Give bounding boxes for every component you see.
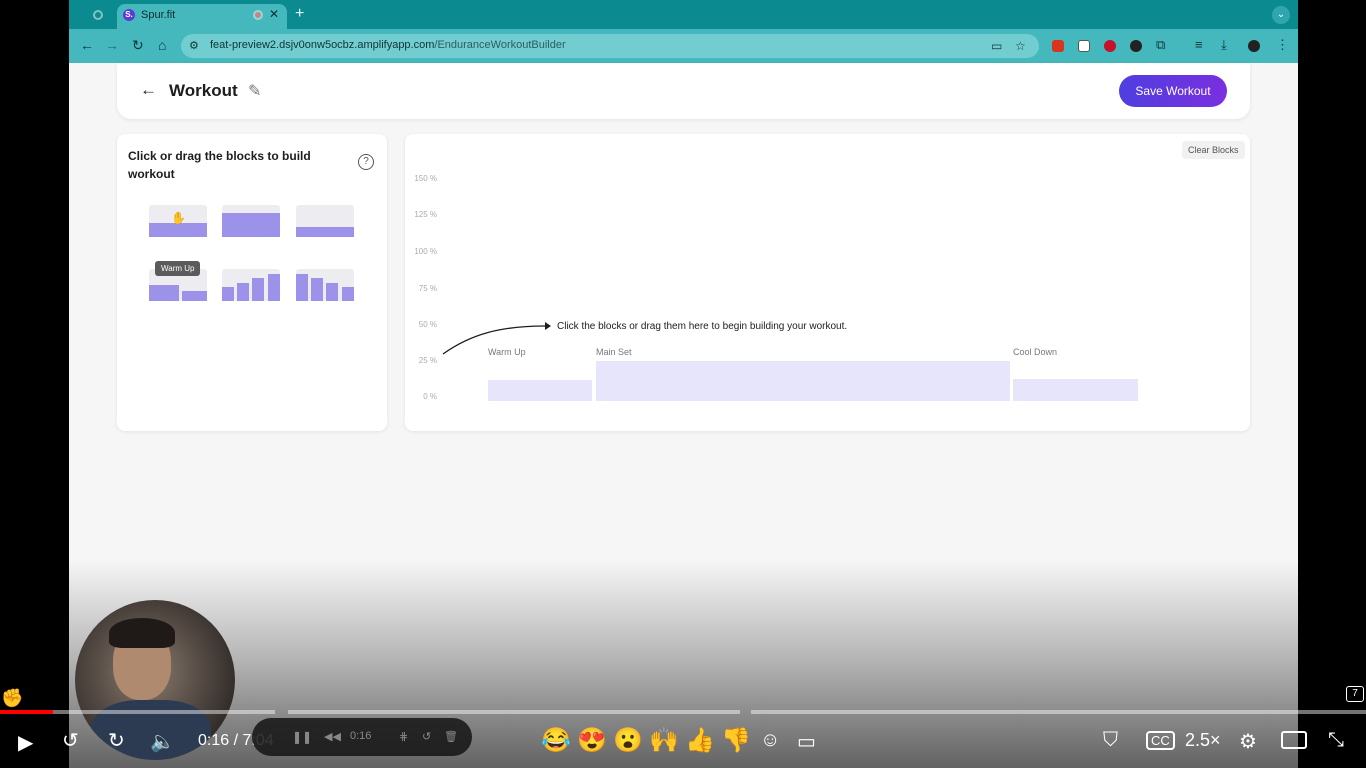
- tab-favicon: S.: [123, 9, 135, 21]
- comment-icon[interactable]: ▭: [797, 729, 816, 754]
- page-title: Workout: [169, 81, 238, 100]
- segment-label-cool-down: Cool Down: [1013, 347, 1058, 357]
- recording-dot-icon: [93, 10, 103, 20]
- surprised-emoji-icon[interactable]: 😮: [613, 726, 643, 755]
- pause-icon[interactable]: ❚❚: [292, 730, 312, 744]
- tab-title: Spur.fit: [141, 9, 176, 21]
- url-text[interactable]: feat-preview2.dsjv0onw5ocbz.amplifyapp.c…: [210, 39, 566, 51]
- restart-icon[interactable]: ↺: [422, 730, 431, 743]
- site-info-icon[interactable]: ⚙: [189, 39, 203, 53]
- help-icon[interactable]: ?: [358, 154, 374, 170]
- segment-warm-up[interactable]: [488, 380, 592, 401]
- block-ramp-down[interactable]: [296, 269, 354, 301]
- page-header: ← Workout ✎ Save Workout: [117, 63, 1250, 119]
- block-ramp-up[interactable]: [222, 269, 280, 301]
- settings-gear-icon[interactable]: ⚙: [1239, 729, 1257, 754]
- bookmark-star-icon[interactable]: ☆: [1015, 39, 1026, 53]
- grid-icon[interactable]: ⋕: [399, 730, 408, 743]
- y-tick: 150 %: [414, 174, 437, 183]
- home-icon[interactable]: ⌂: [158, 37, 166, 53]
- raised-hands-emoji-icon[interactable]: 🙌: [649, 726, 679, 755]
- new-tab-icon[interactable]: +: [295, 5, 304, 23]
- miniplayer-icon[interactable]: [1281, 731, 1307, 749]
- back-arrow-icon[interactable]: ←: [140, 80, 157, 100]
- segment-cool-down[interactable]: [1013, 379, 1138, 401]
- laugh-emoji-icon[interactable]: 😂: [541, 726, 571, 755]
- block-cool-down[interactable]: [296, 205, 354, 237]
- recorder-time: 0:16: [350, 730, 372, 742]
- clear-blocks-button[interactable]: Clear Blocks: [1182, 141, 1245, 159]
- volume-icon[interactable]: 🔈: [150, 729, 175, 754]
- y-tick: 125 %: [414, 210, 437, 219]
- hand-cursor-icon: ✋: [171, 211, 186, 225]
- browser-tab-bar: S. Spur.fit ✕ + ⌄: [69, 0, 1298, 29]
- extensions-puzzle-icon[interactable]: ⧉: [1156, 37, 1165, 53]
- inactive-tab[interactable]: [83, 6, 113, 24]
- playback-speed[interactable]: 2.5×: [1185, 730, 1221, 751]
- segment-label-main-set: Main Set: [596, 347, 632, 357]
- edit-pencil-icon[interactable]: ✎: [248, 81, 261, 101]
- thumbs-up-emoji-icon[interactable]: 👍: [685, 726, 715, 755]
- block-tooltip: Warm Up: [155, 261, 201, 276]
- heart-eyes-emoji-icon[interactable]: 😍: [577, 726, 607, 755]
- trash-icon[interactable]: 🗑: [444, 730, 458, 743]
- save-workout-button[interactable]: Save Workout: [1119, 75, 1227, 107]
- extension-icon[interactable]: [1052, 40, 1064, 52]
- y-tick: 0 %: [423, 392, 437, 401]
- camera-icon[interactable]: ▭: [991, 39, 1002, 53]
- play-icon[interactable]: ▶: [18, 730, 33, 755]
- skip-back-icon[interactable]: ↺: [62, 728, 79, 753]
- raised-hand-icon: ✊: [1, 688, 24, 708]
- thumbs-down-emoji-icon[interactable]: 👎: [721, 726, 751, 755]
- recording-indicator-icon: [253, 10, 263, 20]
- download-icon[interactable]: ⤓: [1221, 37, 1227, 53]
- browser-menu-icon[interactable]: ⋮: [1276, 37, 1289, 53]
- y-tick: 50 %: [418, 320, 437, 329]
- close-tab-icon[interactable]: ✕: [269, 7, 279, 21]
- segment-main-set[interactable]: [596, 361, 1010, 401]
- address-bar[interactable]: ⚙ feat-preview2.dsjv0onw5ocbz.amplifyapp…: [181, 34, 1039, 58]
- forward-nav-icon[interactable]: →: [105, 37, 119, 53]
- chapter-badge[interactable]: 7: [1346, 686, 1364, 702]
- rewind-icon[interactable]: ◀◀: [324, 730, 341, 743]
- extension-icon[interactable]: [1130, 40, 1142, 52]
- add-reaction-icon[interactable]: ☺: [760, 729, 780, 752]
- tab-search-icon[interactable]: ⌄: [1272, 6, 1290, 24]
- workout-canvas[interactable]: Clear Blocks 150 % 125 % 100 % 75 % 50 %…: [405, 134, 1250, 431]
- segment-label-warm-up: Warm Up: [488, 347, 526, 357]
- block-steady[interactable]: [222, 205, 280, 237]
- y-tick: 75 %: [418, 284, 437, 293]
- media-control-icon[interactable]: ≡: [1195, 37, 1203, 52]
- progress-played: [0, 710, 53, 714]
- progress-bar[interactable]: [0, 710, 1366, 714]
- skip-forward-icon[interactable]: ↻: [108, 728, 125, 753]
- profile-avatar[interactable]: [1248, 40, 1260, 52]
- blocks-panel: Click or drag the blocks to build workou…: [117, 134, 387, 431]
- captions-button[interactable]: CC: [1146, 731, 1175, 750]
- extension-icon[interactable]: [1104, 40, 1116, 52]
- back-nav-icon[interactable]: ←: [80, 37, 94, 53]
- recorder-controls: ❚❚ ◀◀ 0:16 ⋕ ↺ 🗑: [252, 718, 472, 756]
- bookmark-icon[interactable]: ⛉: [1103, 729, 1118, 752]
- empty-canvas-hint: Click the blocks or drag them here to be…: [557, 321, 848, 332]
- browser-toolbar: ← → ↻ ⌂ ⚙ feat-preview2.dsjv0onw5ocbz.am…: [69, 29, 1298, 63]
- extension-icon[interactable]: [1078, 40, 1090, 52]
- y-tick: 25 %: [418, 356, 437, 365]
- active-tab[interactable]: S. Spur.fit ✕: [117, 4, 287, 29]
- exit-fullscreen-icon[interactable]: ⤡: [1328, 729, 1344, 752]
- y-tick: 100 %: [414, 247, 437, 256]
- reload-icon[interactable]: ↻: [132, 37, 144, 54]
- blocks-heading: Click or drag the blocks to build workou…: [128, 149, 311, 181]
